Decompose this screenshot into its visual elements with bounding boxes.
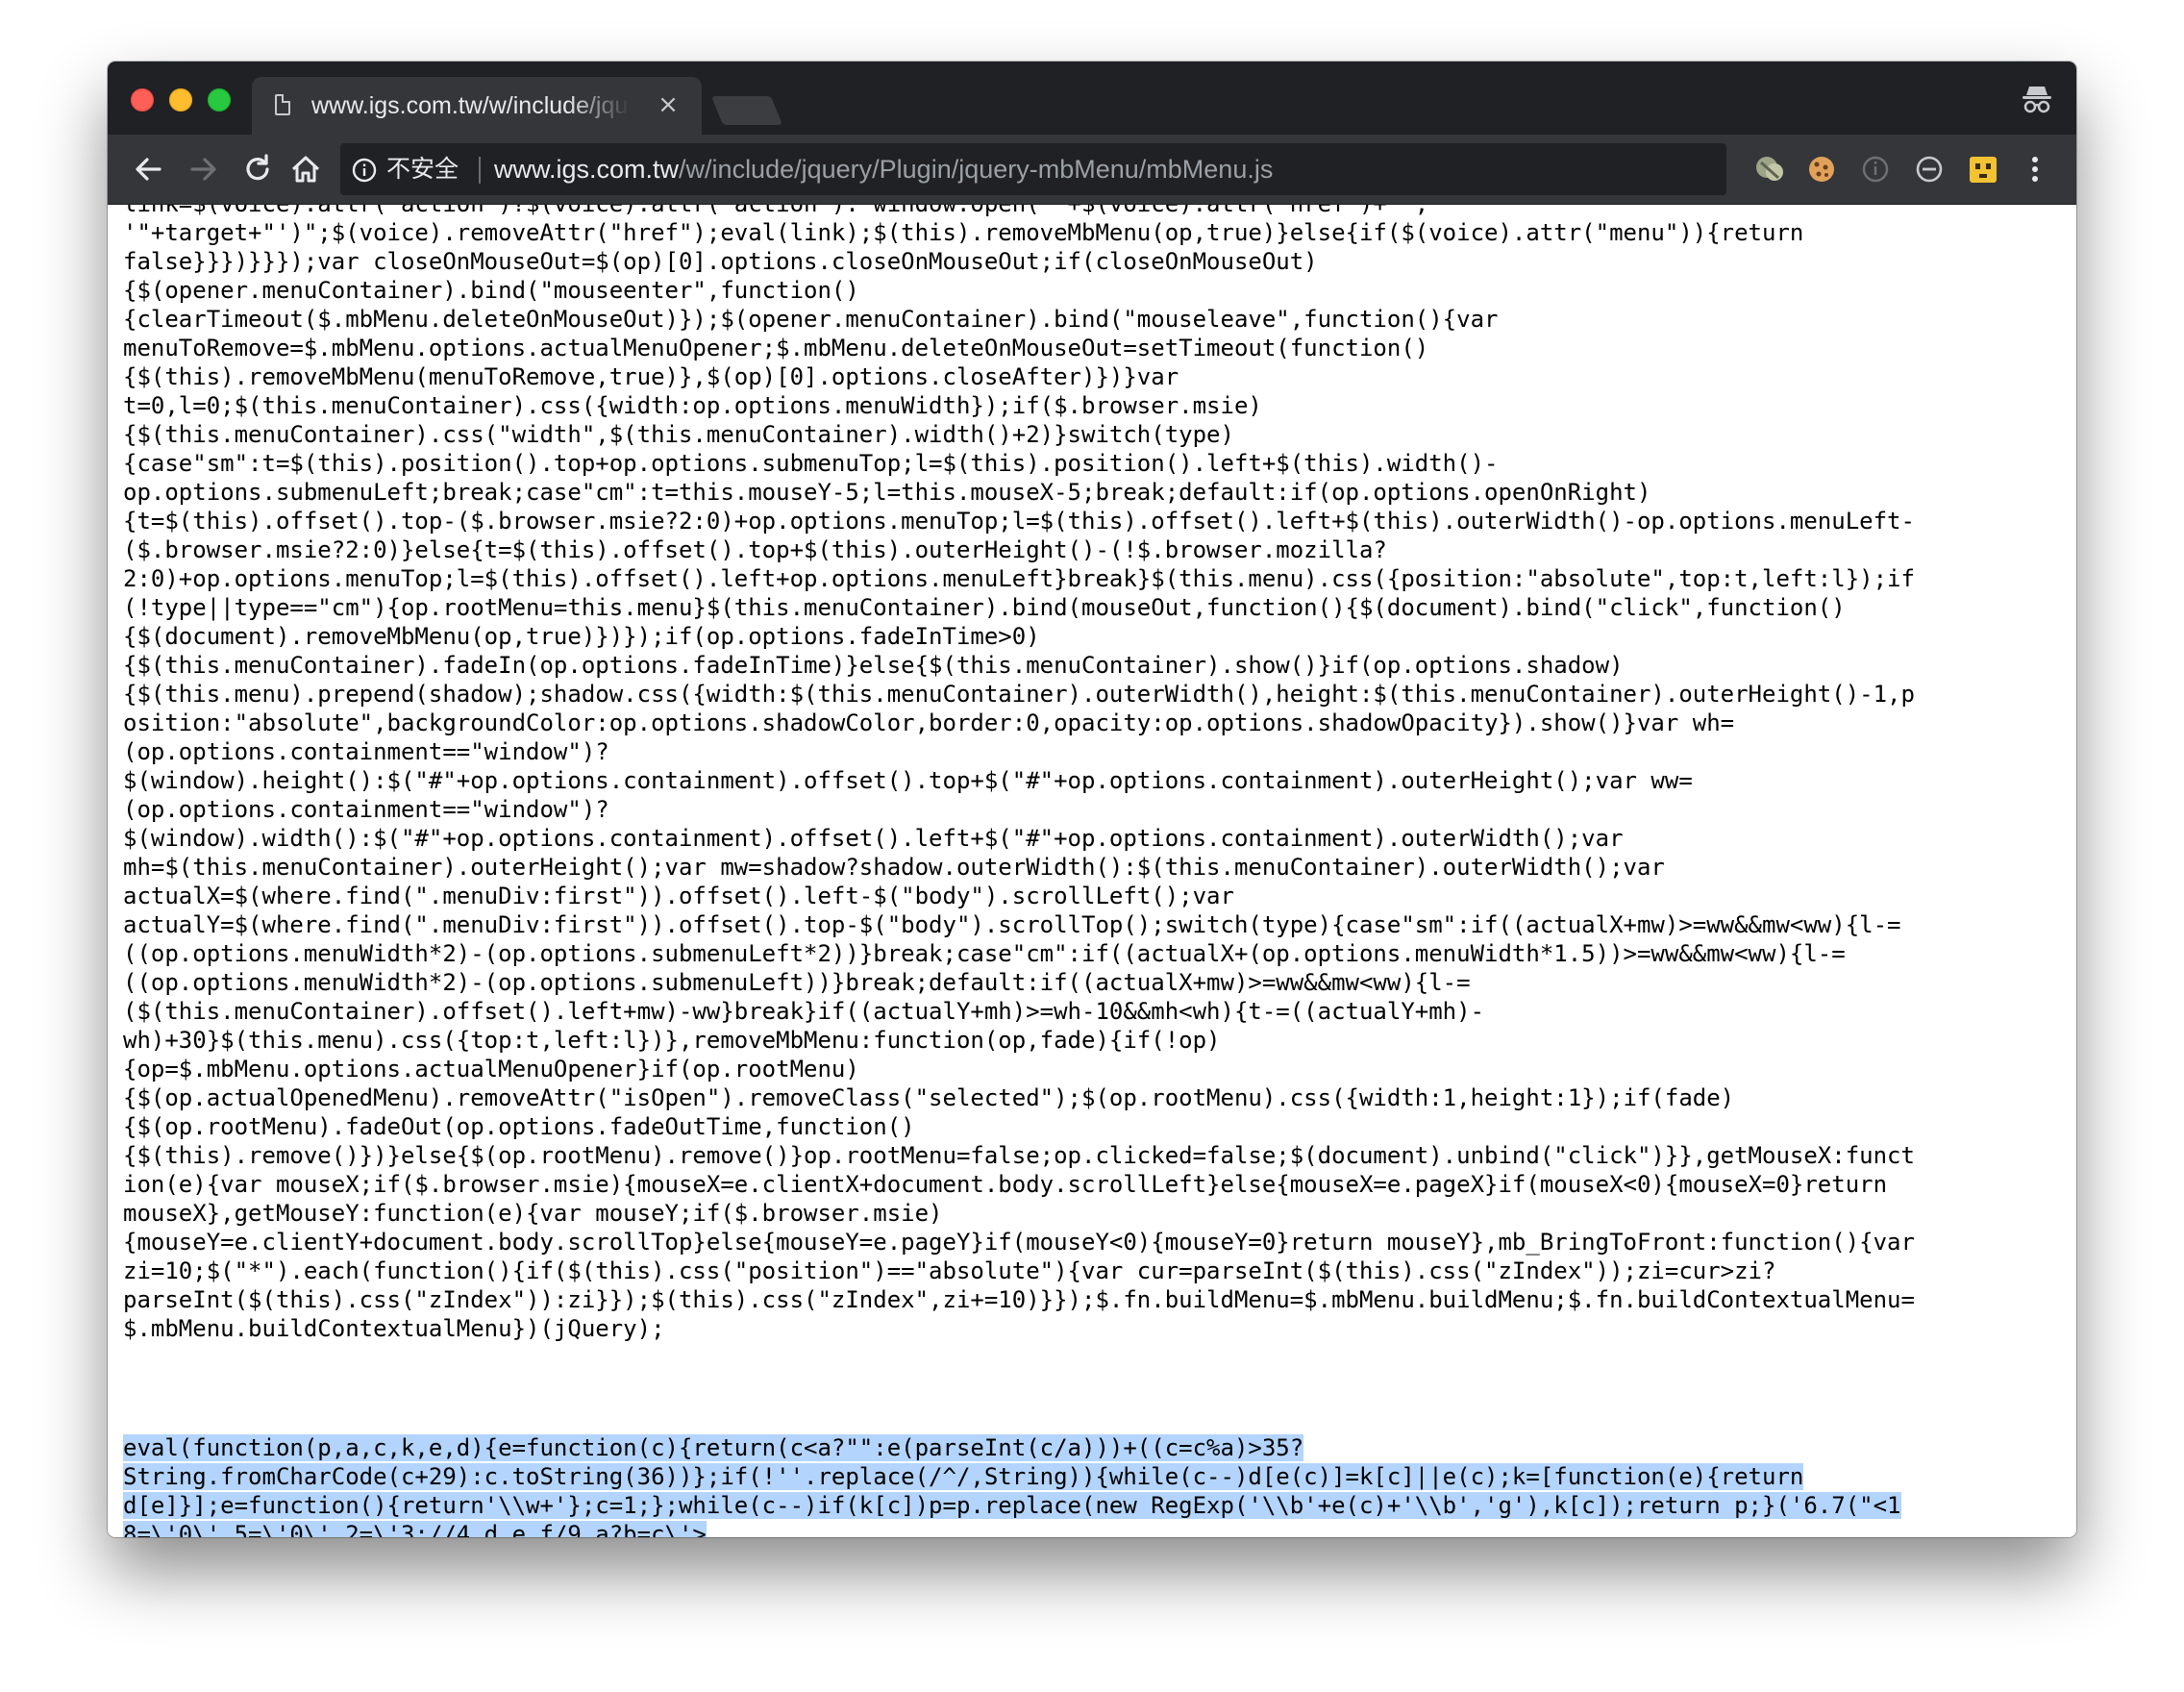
code-line: ion(e){var mouseX;if($.browser.msie){mou…: [123, 1171, 1888, 1198]
code-line: {$(op.actualOpenedMenu).removeAttr("isOp…: [123, 1084, 1735, 1111]
minus-circle-icon[interactable]: [1911, 151, 1948, 187]
menu-dots-icon[interactable]: [2017, 151, 2053, 187]
code-line: link=$(voice).attr("action")?$(voice).at…: [123, 205, 1428, 217]
code-line: {$(document).removeMbMenu(op,true)})});i…: [123, 623, 1040, 650]
code-line: $(window).height():$("#"+op.options.cont…: [123, 767, 1693, 794]
tab-close-button[interactable]: ×: [654, 90, 682, 119]
extension-icon[interactable]: [1751, 151, 1788, 187]
circle-info-icon[interactable]: [1857, 151, 1894, 187]
selected-code: eval(function(p,a,c,k,e,d){e=function(c)…: [123, 1433, 2055, 1537]
info-icon[interactable]: [352, 158, 377, 183]
security-label[interactable]: 不安全: [386, 154, 459, 185]
tab-title: www.igs.com.tw/w/include/jquery/Plugin/j…: [311, 92, 631, 119]
url-path: /w/include/jquery/Plugin/jquery-mbMenu/m…: [679, 155, 1274, 184]
code-line: {clearTimeout($.mbMenu.deleteOnMouseOut)…: [123, 306, 1499, 333]
code-line: {$(this.menu).prepend(shadow);shadow.css…: [123, 681, 1915, 708]
code-line: {t=$(this).offset().top-($.browser.msie?…: [123, 508, 1915, 535]
close-window-button[interactable]: [131, 88, 154, 112]
code-line: {$(this.menuContainer).css("width",$(thi…: [123, 421, 1234, 448]
code-line: zi=10;$("*").each(function(){if($(this).…: [123, 1257, 1776, 1284]
url-host: www.igs.com.tw: [494, 155, 680, 184]
code-line: actualY=$(where.find(".menuDiv:first")).…: [123, 911, 1901, 938]
code-line: mouseX},getMouseY:function(e){var mouseY…: [123, 1200, 943, 1227]
code-line: {$(this.menuContainer).fadeIn(op.options…: [123, 652, 1624, 679]
code-line: wh)+30}$(this.menu).css({top:t,left:l})}…: [123, 1027, 1221, 1054]
code-line: op.options.submenuLeft;break;case"cm":t=…: [123, 479, 1651, 506]
source-code: link=$(voice).attr("action")?$(voice).at…: [123, 205, 2055, 1343]
browser-window: www.igs.com.tw/w/include/jquery/Plugin/j…: [108, 62, 2076, 1537]
code-line: '"+target+"')";$(voice).removeAttr("href…: [123, 219, 1804, 246]
home-icon[interactable]: [288, 152, 323, 187]
code-line: {$(op.rootMenu).fadeOut(op.options.fadeO…: [123, 1113, 915, 1140]
code-line: 2:0)+op.options.menuTop;l=$(this).offset…: [123, 565, 1915, 592]
code-line: (!type||type=="cm"){op.rootMenu=this.men…: [123, 594, 1846, 621]
code-line: actualX=$(where.find(".menuDiv:first")).…: [123, 883, 1234, 909]
new-tab-button[interactable]: [710, 96, 783, 125]
toolbar: 不安全 www.igs.com.tw/w/include/jquery/Plug…: [108, 135, 2076, 205]
code-line: false}}})}}});var closeOnMouseOut=$(op)[…: [123, 248, 1318, 275]
omnibox-divider: [479, 157, 481, 184]
browser-tab[interactable]: www.igs.com.tw/w/include/jquery/Plugin/j…: [252, 77, 702, 135]
title-bar: www.igs.com.tw/w/include/jquery/Plugin/j…: [108, 62, 2076, 135]
face-icon[interactable]: [1965, 151, 2001, 187]
selected-code-line: String.fromCharCode(c+29):c.toString(36)…: [123, 1463, 1804, 1490]
code-line: {mouseY=e.clientY+document.body.scrollTo…: [123, 1229, 1915, 1256]
code-line: osition:"absolute",backgroundColor:op.op…: [123, 709, 1735, 736]
minimize-window-button[interactable]: [169, 88, 192, 112]
code-line: (op.options.containment=="window")?: [123, 738, 609, 765]
code-line: $.mbMenu.buildContextualMenu})(jQuery);: [123, 1315, 665, 1342]
code-line: {$(this).removeMbMenu(menuToRemove,true)…: [123, 363, 1179, 390]
reload-icon[interactable]: [240, 152, 275, 187]
code-line: {$(opener.menuContainer).bind("mouseente…: [123, 277, 859, 304]
code-line: ((op.options.menuWidth*2)-(op.options.su…: [123, 940, 1846, 967]
url-text[interactable]: www.igs.com.tw/w/include/jquery/Plugin/j…: [494, 154, 1273, 185]
code-line: menuToRemove=$.mbMenu.options.actualMenu…: [123, 335, 1429, 361]
code-line: $(window).width():$("#"+op.options.conta…: [123, 825, 1624, 852]
page-icon: [275, 94, 290, 115]
code-line: {op=$.mbMenu.options.actualMenuOpener}if…: [123, 1056, 859, 1082]
back-icon[interactable]: [131, 152, 165, 187]
code-line: parseInt($(this).css("zIndex")):zi}});$(…: [123, 1286, 1915, 1313]
selected-code-line: eval(function(p,a,c,k,e,d){e=function(c)…: [123, 1434, 1304, 1461]
address-bar[interactable]: 不安全 www.igs.com.tw/w/include/jquery/Plug…: [340, 143, 1726, 195]
maximize-window-button[interactable]: [208, 88, 231, 112]
code-line: mh=$(this.menuContainer).outerHeight();v…: [123, 854, 1665, 881]
code-line: ($(this.menuContainer).offset().left+mw)…: [123, 998, 1485, 1025]
code-line: {case"sm":t=$(this).position().top+op.op…: [123, 450, 1499, 477]
incognito-icon[interactable]: [2021, 83, 2053, 115]
code-line: ((op.options.menuWidth*2)-(op.options.su…: [123, 969, 1471, 996]
forward-icon[interactable]: [186, 152, 221, 187]
selected-code-line: d[e]}];e=function(){return'\\w+'};c=1;};…: [123, 1492, 1901, 1519]
code-line: {$(this).remove()})}else{$(op.rootMenu).…: [123, 1142, 1915, 1169]
code-line: (op.options.containment=="window")?: [123, 796, 609, 823]
code-line: ($.browser.msie?2:0)}else{t=$(this).offs…: [123, 536, 1387, 563]
page-content[interactable]: link=$(voice).attr("action")?$(voice).at…: [108, 205, 2076, 1537]
code-line: t=0,l=0;$(this.menuContainer).css({width…: [123, 392, 1262, 419]
selected-code-line: 8=\'0\' 5=\'0\' 2=\'3://4.d.e.f/9.a?b=c\…: [123, 1521, 707, 1537]
cookie-icon[interactable]: [1803, 151, 1840, 187]
